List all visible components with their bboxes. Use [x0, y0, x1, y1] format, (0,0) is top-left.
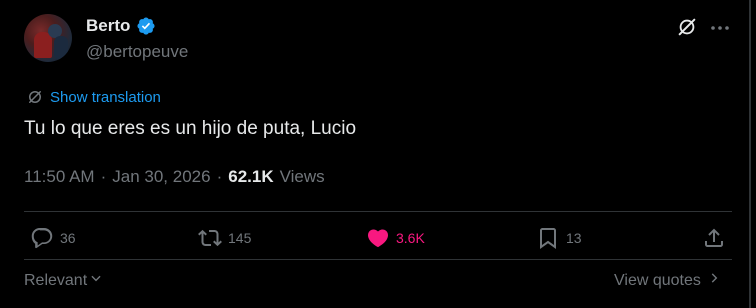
heart-icon: [367, 229, 389, 248]
meta-separator: ·: [100, 167, 107, 186]
views-label: Views: [279, 167, 325, 186]
view-quotes-label: View quotes: [614, 271, 701, 289]
show-translation-link[interactable]: Show translation: [26, 88, 161, 106]
bookmark-button[interactable]: 13: [536, 226, 582, 250]
translate-icon: [29, 91, 41, 103]
divider: [24, 259, 732, 260]
meta-separator: ·: [216, 167, 223, 186]
author-handle[interactable]: @bertopeuve: [86, 42, 188, 62]
tweet-time[interactable]: 11:50 AM: [24, 167, 95, 187]
chevron-right-icon: [707, 271, 721, 290]
reply-button[interactable]: 36: [30, 226, 76, 250]
repost-icon: [198, 229, 222, 247]
author-name[interactable]: Berto: [86, 16, 130, 36]
share-button[interactable]: [702, 226, 726, 250]
sort-replies-dropdown[interactable]: Relevant: [24, 271, 103, 290]
views-count[interactable]: 62.1K: [228, 167, 273, 187]
bookmark-count: 13: [566, 230, 582, 246]
like-button[interactable]: 3.6K: [366, 226, 425, 250]
verified-badge-icon: [137, 17, 155, 35]
like-count: 3.6K: [396, 230, 425, 246]
tweet-text: Tu lo que eres es un hijo de puta, Lucio: [24, 118, 357, 139]
reply-count: 36: [60, 230, 76, 246]
chevron-down-icon: [89, 271, 103, 290]
bookmark-icon: [540, 228, 556, 249]
show-translation-label: Show translation: [50, 88, 161, 106]
share-icon: [705, 228, 723, 247]
tweet-meta: 11:50 AM · Jan 30, 2026 · 62.1K Views: [24, 167, 325, 187]
repost-count: 145: [228, 230, 252, 246]
tweet-date[interactable]: Jan 30, 2026: [112, 167, 210, 187]
view-quotes-link[interactable]: View quotes: [614, 271, 721, 290]
repost-button[interactable]: 145: [198, 226, 251, 250]
avatar[interactable]: [24, 14, 72, 62]
divider: [24, 211, 732, 212]
grok-icon[interactable]: [676, 16, 698, 38]
sort-label: Relevant: [24, 271, 88, 289]
panel-border: [749, 0, 751, 308]
reply-icon: [31, 228, 53, 249]
more-options-icon[interactable]: [708, 18, 732, 38]
